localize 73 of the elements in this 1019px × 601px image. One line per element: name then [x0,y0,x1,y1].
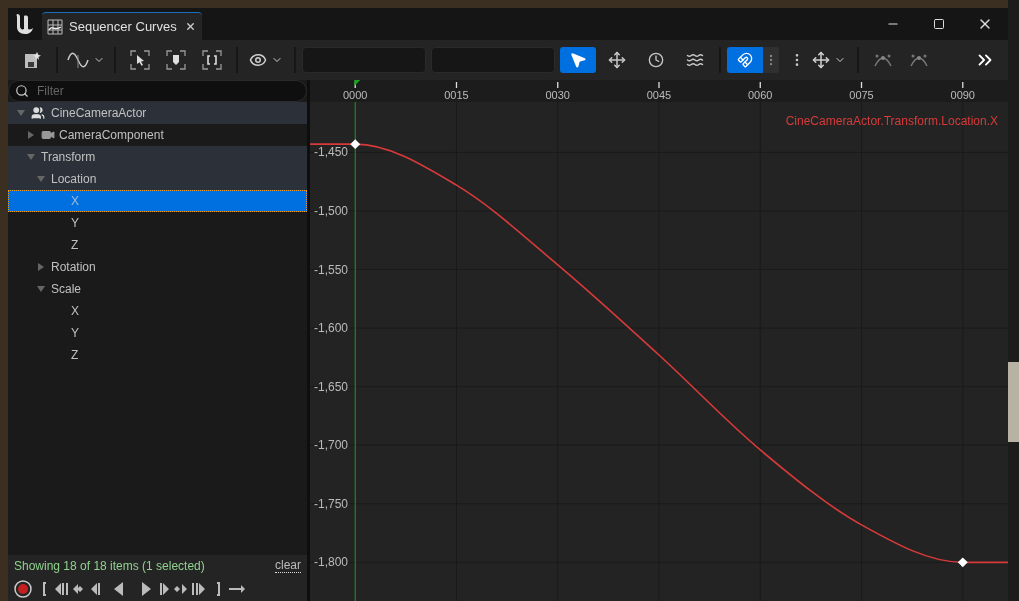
curve-grid-icon [47,18,63,35]
collapsed-arrow-icon[interactable] [26,130,36,140]
tree-row[interactable]: Scale [8,278,307,300]
frame-brackets-icon [130,50,150,70]
move-arrows-icon [608,51,626,69]
pointer-icon [569,51,587,69]
frame-brackets-icon [166,50,186,70]
maximize-icon [933,18,945,30]
tree-row[interactable]: Z [8,234,307,256]
tree-label: Y [71,325,79,342]
status-text: Showing 18 of 18 items (1 selected) [14,558,205,575]
save-icon [24,51,42,69]
tree-label: Z [71,347,79,364]
people-icon [31,106,45,120]
tree-label: Z [71,237,79,254]
time-tick-label: 0075 [849,89,874,101]
close-tab-icon[interactable] [184,21,196,32]
tree-label: Y [71,215,79,232]
value-tick-label: -1,550 [314,262,349,277]
frame-brackets-icon [202,50,222,70]
value-tick-label: -1,600 [314,321,349,336]
curve-name-label: CineCameraActor.Transform.Location.X [785,114,998,128]
clear-link[interactable]: clear [275,559,301,573]
value-tick-label: -1,450 [314,145,349,160]
time-tick-label: 0045 [646,89,672,101]
filter-input[interactable]: Filter [37,82,300,100]
time-tick-label: 0090 [950,89,975,101]
tree-label: X [71,193,79,210]
tree-label: CameraComponent [59,127,164,144]
record-icon[interactable] [14,580,32,598]
time-tick-label: 0000 [343,89,368,101]
snap-options-button[interactable] [763,47,779,73]
keyframe-marker[interactable] [350,139,361,150]
value-tick-label: -1,800 [314,555,349,570]
tree-row[interactable]: Location [8,168,307,190]
tree-label: CineCameraActor [51,105,147,122]
editor-tab[interactable]: Sequencer Curves [42,12,202,40]
camera-icon [41,128,55,142]
tree-row[interactable]: CineCameraActor [8,102,307,124]
filter-field[interactable]: Filter [8,80,307,102]
tree-row[interactable]: X [8,300,307,322]
tree-label: Rotation [51,259,96,276]
engine-logo-icon [14,11,36,35]
time-tick-label: 0015 [444,89,469,101]
clock-icon [648,52,664,68]
search-icon [15,84,29,98]
value-tick-label: -1,650 [314,379,349,394]
time-tick-label: 0030 [545,89,570,101]
tree-label: Transform [41,149,96,166]
tree-row[interactable]: Y [8,212,307,234]
sine-wave-icon [67,51,89,69]
collapsed-arrow-icon[interactable] [36,262,46,272]
snap-toggle-button[interactable] [727,47,763,73]
tab-title: Sequencer Curves [69,17,177,36]
time-tick-label: 0060 [748,89,773,101]
tree-row[interactable]: CameraComponent [8,124,307,146]
tree-label: Location [51,171,97,188]
waves-icon [686,51,704,69]
value-tick-label: -1,500 [314,203,349,218]
tree-label: Scale [51,281,82,298]
value-tick-label: -1,750 [314,496,349,511]
expanded-arrow-icon[interactable] [36,284,46,294]
tree-label: X [71,303,79,320]
magnet-icon [737,52,753,68]
move-arrows-icon [812,51,830,69]
tree-row[interactable]: Rotation [8,256,307,278]
select-tool-button[interactable] [560,47,596,73]
tree-row[interactable]: Z [8,344,307,366]
eye-icon [249,51,267,69]
tree-row[interactable]: Y [8,322,307,344]
value-tick-label: -1,700 [314,438,349,453]
tree-row[interactable]: Transform [8,146,307,168]
keyframe-marker[interactable] [957,557,968,568]
